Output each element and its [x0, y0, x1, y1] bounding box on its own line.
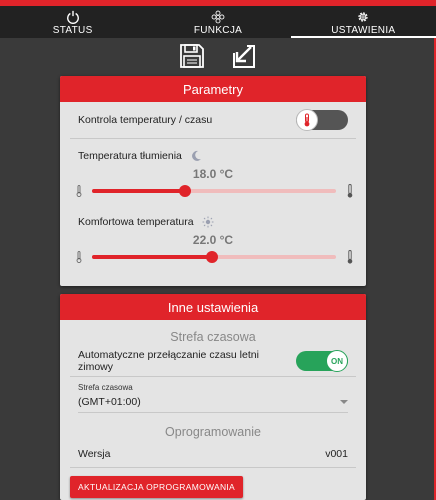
floppy-disk-icon	[180, 44, 204, 68]
firmware-section-title: Oprogramowanie	[165, 425, 261, 439]
inne-ustawienia-header: Inne ustawienia	[60, 294, 366, 320]
night-temperature-slider-row	[60, 181, 366, 201]
divider	[70, 376, 356, 377]
comfort-slider-fill	[92, 255, 212, 259]
chevron-down-icon	[340, 400, 348, 404]
night-temperature-slider[interactable]	[92, 185, 336, 197]
parametry-header: Parametry	[60, 76, 366, 102]
moon-icon	[191, 150, 201, 161]
comfort-temperature-value: 22.0 °C	[192, 233, 234, 247]
gear-icon	[358, 12, 368, 22]
firmware-update-button[interactable]: AKTUALIZACJA OPROGRAMOWANIA	[70, 476, 244, 498]
comfort-temperature-label: Komfortowa temperatura	[78, 216, 194, 228]
load-button[interactable]	[229, 41, 259, 71]
temperature-control-toggle[interactable]	[296, 109, 348, 131]
thermometer-low-icon	[76, 251, 82, 263]
thermometer-icon	[296, 109, 318, 131]
tab-ustawienia-label: USTAWIENIA	[331, 25, 396, 36]
tab-funkcja[interactable]: FUNKCJA	[145, 6, 290, 38]
tab-status[interactable]: STATUS	[0, 6, 145, 38]
thermometer-low-icon	[76, 185, 82, 197]
version-value: v001	[325, 448, 348, 460]
import-arrow-icon	[233, 45, 255, 68]
inne-ustawienia-card: Inne ustawienia Strefa czasowa Automatyc…	[60, 294, 366, 500]
settings-toolbar	[0, 38, 436, 74]
comfort-temperature-slider-row	[60, 247, 366, 267]
thermometer-high-icon	[347, 184, 353, 198]
auto-dst-toggle-state: ON	[326, 350, 348, 372]
comfort-slider-thumb[interactable]	[205, 251, 218, 263]
save-button[interactable]	[177, 41, 207, 71]
sun-icon	[202, 216, 214, 228]
flower-icon	[211, 10, 225, 24]
tab-ustawienia[interactable]: USTAWIENIA	[290, 6, 436, 38]
divider	[70, 138, 356, 139]
power-icon	[66, 10, 79, 24]
comfort-temperature-slider[interactable]	[92, 251, 336, 263]
timezone-section-title: Strefa czasowa	[170, 330, 256, 344]
tab-status-label: STATUS	[52, 25, 93, 36]
timezone-select[interactable]: (GMT+01:00)	[78, 396, 348, 413]
tab-bar: STATUS FUNKCJA USTAWIENIA	[0, 6, 436, 38]
version-label: Wersja	[78, 448, 111, 460]
auto-dst-label: Automatyczne przełączanie czasu letni zi…	[78, 349, 259, 373]
night-temperature-label: Temperatura tłumienia	[78, 150, 182, 162]
night-slider-fill	[92, 189, 185, 193]
night-slider-thumb[interactable]	[178, 185, 191, 197]
auto-dst-toggle[interactable]: ON	[296, 350, 348, 372]
timezone-select-value: (GMT+01:00)	[78, 396, 141, 408]
timezone-field-label: Strefa czasowa	[78, 383, 133, 392]
tab-funkcja-label: FUNKCJA	[193, 25, 243, 36]
thermometer-high-icon	[347, 250, 353, 264]
night-temperature-value: 18.0 °C	[192, 167, 234, 181]
temperature-control-label: Kontrola temperatury / czasu	[78, 114, 213, 126]
parametry-card: Parametry Kontrola temperatury / czasu T…	[60, 76, 366, 286]
